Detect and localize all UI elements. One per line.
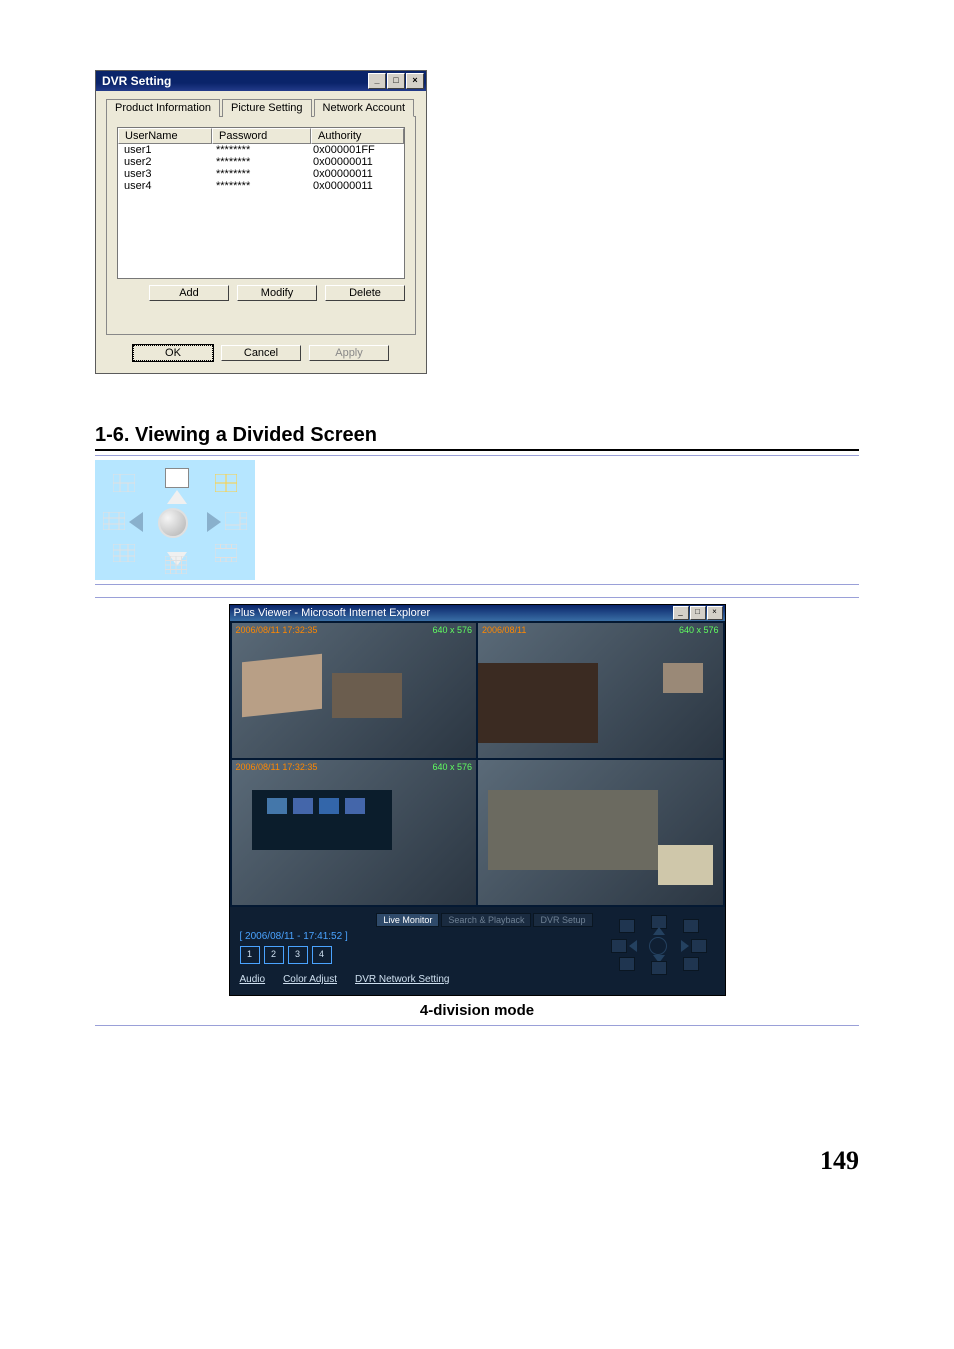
division-pad-container: [95, 455, 859, 585]
modify-button[interactable]: Modify: [237, 285, 317, 301]
camera-cell-4[interactable]: [478, 760, 723, 905]
dvr-setting-dialog: DVR Setting _ □ × Product Information Pi…: [95, 70, 427, 374]
plusviewer-title: Plus Viewer - Microsoft Internet Explore…: [234, 607, 431, 619]
grid-9-icon[interactable]: [113, 544, 135, 562]
grid-6-icon[interactable]: [691, 939, 707, 953]
tab-network-account[interactable]: Network Account: [314, 99, 415, 117]
maximize-icon[interactable]: □: [690, 606, 706, 620]
camera-cell-2[interactable]: 2006/08/11 640 x 576: [478, 623, 723, 758]
account-list[interactable]: UserName Password Authority user1 ******…: [117, 127, 405, 279]
plusviewer-window: Plus Viewer - Microsoft Internet Explore…: [229, 604, 726, 996]
grid-4-icon[interactable]: [683, 919, 699, 933]
single-icon[interactable]: [165, 468, 189, 488]
link-color-adjust[interactable]: Color Adjust: [283, 974, 337, 985]
mini-division-pad: [609, 913, 709, 977]
link-audio[interactable]: Audio: [240, 974, 266, 985]
delete-button[interactable]: Delete: [325, 285, 405, 301]
grid-16-icon[interactable]: [651, 961, 667, 975]
arrow-left-icon[interactable]: [629, 940, 637, 952]
tab-picture-setting[interactable]: Picture Setting: [222, 99, 312, 117]
cancel-button[interactable]: Cancel: [221, 345, 301, 361]
channel-button-2[interactable]: 2: [264, 946, 284, 964]
dvr-tabs: Product Information Picture Setting Netw…: [106, 99, 416, 117]
camera-cell-3[interactable]: 2006/08/11 17:32:35 640 x 576: [232, 760, 477, 905]
minimize-icon[interactable]: _: [368, 73, 386, 89]
table-row[interactable]: user1 ******** 0x000001FF: [118, 144, 404, 156]
grid-10-icon[interactable]: [611, 939, 627, 953]
table-row[interactable]: user3 ******** 0x00000011: [118, 168, 404, 180]
pad-center-button[interactable]: [649, 937, 667, 955]
video-grid: 2006/08/11 17:32:35 640 x 576 2006/08/11…: [230, 621, 725, 907]
channel-button-1[interactable]: 1: [240, 946, 260, 964]
grid-13-icon[interactable]: [683, 957, 699, 971]
maximize-icon[interactable]: □: [387, 73, 405, 89]
plusviewer-toolbar: Live Monitor Search & Playback DVR Setup…: [230, 907, 725, 995]
add-button[interactable]: Add: [149, 285, 229, 301]
page-number: 149: [95, 1146, 859, 1176]
close-icon[interactable]: ×: [406, 73, 424, 89]
grid-6-icon[interactable]: [225, 512, 247, 530]
table-row[interactable]: user2 ******** 0x00000011: [118, 156, 404, 168]
figure-caption: 4-division mode: [95, 1002, 859, 1019]
dvr-titlebar: DVR Setting _ □ ×: [96, 71, 426, 91]
table-row[interactable]: user4 ******** 0x00000011: [118, 180, 404, 192]
tab-search-playback[interactable]: Search & Playback: [441, 913, 531, 927]
apply-button: Apply: [309, 345, 389, 361]
col-password[interactable]: Password: [212, 128, 311, 144]
close-icon[interactable]: ×: [707, 606, 723, 620]
camera-cell-1[interactable]: 2006/08/11 17:32:35 640 x 576: [232, 623, 477, 758]
network-account-panel: UserName Password Authority user1 ******…: [106, 116, 416, 335]
dvr-title: DVR Setting: [102, 74, 171, 88]
grid-7-icon[interactable]: [113, 474, 135, 492]
arrow-up-icon[interactable]: [653, 927, 665, 935]
plusviewer-titlebar: Plus Viewer - Microsoft Internet Explore…: [230, 605, 725, 621]
channel-button-4[interactable]: 4: [312, 946, 332, 964]
tab-live-monitor[interactable]: Live Monitor: [376, 913, 439, 927]
plusviewer-figure: Plus Viewer - Microsoft Internet Explore…: [95, 597, 859, 1026]
heading-rule: [95, 449, 859, 451]
grid-9-icon[interactable]: [619, 957, 635, 971]
arrow-right-icon[interactable]: [681, 940, 689, 952]
grid-13-icon[interactable]: [215, 544, 237, 562]
arrow-up-icon[interactable]: [167, 490, 187, 504]
grid-16-icon[interactable]: [165, 556, 187, 574]
ok-button[interactable]: OK: [133, 345, 213, 361]
link-dvr-network[interactable]: DVR Network Setting: [355, 974, 449, 985]
channel-button-3[interactable]: 3: [288, 946, 308, 964]
tab-product-information[interactable]: Product Information: [106, 99, 220, 117]
grid-10-icon[interactable]: [103, 512, 125, 530]
arrow-left-icon[interactable]: [129, 512, 143, 532]
division-pad: [95, 460, 255, 580]
col-username[interactable]: UserName: [118, 128, 212, 144]
tab-dvr-setup[interactable]: DVR Setup: [533, 913, 592, 927]
col-authority[interactable]: Authority: [311, 128, 404, 144]
arrow-right-icon[interactable]: [207, 512, 221, 532]
grid-4-icon[interactable]: [215, 474, 237, 492]
section-heading: 1-6. Viewing a Divided Screen: [95, 424, 859, 447]
pad-center-button[interactable]: [158, 508, 188, 538]
toolbar-timestamp: [ 2006/08/11 - 17:41:52 ]: [240, 931, 593, 942]
grid-7-icon[interactable]: [619, 919, 635, 933]
minimize-icon[interactable]: _: [673, 606, 689, 620]
